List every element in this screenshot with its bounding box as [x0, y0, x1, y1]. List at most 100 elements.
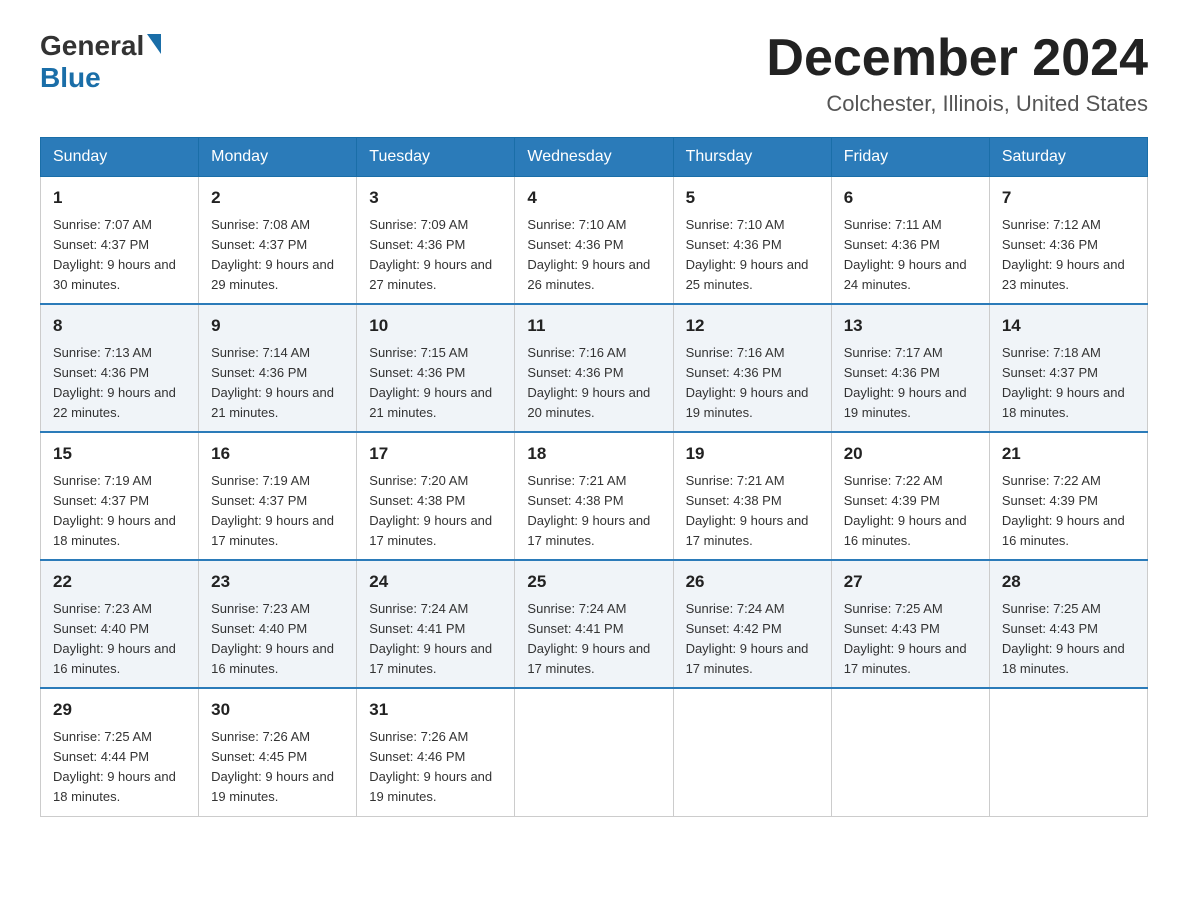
day-number: 22 [53, 569, 186, 595]
table-row: 24 Sunrise: 7:24 AMSunset: 4:41 PMDaylig… [357, 560, 515, 688]
table-row: 27 Sunrise: 7:25 AMSunset: 4:43 PMDaylig… [831, 560, 989, 688]
table-row: 15 Sunrise: 7:19 AMSunset: 4:37 PMDaylig… [41, 432, 199, 560]
table-row: 30 Sunrise: 7:26 AMSunset: 4:45 PMDaylig… [199, 688, 357, 816]
table-row: 4 Sunrise: 7:10 AMSunset: 4:36 PMDayligh… [515, 177, 673, 305]
logo-blue-text: Blue [40, 62, 101, 94]
table-row: 14 Sunrise: 7:18 AMSunset: 4:37 PMDaylig… [989, 304, 1147, 432]
day-number: 29 [53, 697, 186, 723]
page-header: General Blue December 2024 Colchester, I… [40, 30, 1148, 117]
calendar-week-row: 1 Sunrise: 7:07 AMSunset: 4:37 PMDayligh… [41, 177, 1148, 305]
header-monday: Monday [199, 138, 357, 177]
day-info: Sunrise: 7:22 AMSunset: 4:39 PMDaylight:… [1002, 473, 1125, 548]
day-info: Sunrise: 7:08 AMSunset: 4:37 PMDaylight:… [211, 217, 334, 292]
table-row: 26 Sunrise: 7:24 AMSunset: 4:42 PMDaylig… [673, 560, 831, 688]
title-section: December 2024 Colchester, Illinois, Unit… [766, 30, 1148, 117]
table-row [831, 688, 989, 816]
day-info: Sunrise: 7:23 AMSunset: 4:40 PMDaylight:… [53, 601, 176, 676]
location-subtitle: Colchester, Illinois, United States [766, 91, 1148, 117]
table-row: 3 Sunrise: 7:09 AMSunset: 4:36 PMDayligh… [357, 177, 515, 305]
day-info: Sunrise: 7:15 AMSunset: 4:36 PMDaylight:… [369, 345, 492, 420]
table-row: 9 Sunrise: 7:14 AMSunset: 4:36 PMDayligh… [199, 304, 357, 432]
calendar-table: Sunday Monday Tuesday Wednesday Thursday… [40, 137, 1148, 816]
day-info: Sunrise: 7:19 AMSunset: 4:37 PMDaylight:… [53, 473, 176, 548]
day-info: Sunrise: 7:21 AMSunset: 4:38 PMDaylight:… [527, 473, 650, 548]
logo: General Blue [40, 30, 161, 94]
day-number: 21 [1002, 441, 1135, 467]
day-number: 3 [369, 185, 502, 211]
day-number: 13 [844, 313, 977, 339]
day-info: Sunrise: 7:10 AMSunset: 4:36 PMDaylight:… [686, 217, 809, 292]
day-info: Sunrise: 7:24 AMSunset: 4:41 PMDaylight:… [369, 601, 492, 676]
table-row [673, 688, 831, 816]
table-row [515, 688, 673, 816]
day-number: 23 [211, 569, 344, 595]
day-info: Sunrise: 7:13 AMSunset: 4:36 PMDaylight:… [53, 345, 176, 420]
header-sunday: Sunday [41, 138, 199, 177]
logo-blue-container [144, 38, 161, 54]
day-number: 28 [1002, 569, 1135, 595]
table-row: 23 Sunrise: 7:23 AMSunset: 4:40 PMDaylig… [199, 560, 357, 688]
table-row: 17 Sunrise: 7:20 AMSunset: 4:38 PMDaylig… [357, 432, 515, 560]
day-info: Sunrise: 7:22 AMSunset: 4:39 PMDaylight:… [844, 473, 967, 548]
day-number: 11 [527, 313, 660, 339]
day-info: Sunrise: 7:16 AMSunset: 4:36 PMDaylight:… [686, 345, 809, 420]
day-info: Sunrise: 7:24 AMSunset: 4:42 PMDaylight:… [686, 601, 809, 676]
day-number: 17 [369, 441, 502, 467]
logo-general-text: General [40, 30, 144, 62]
calendar-week-row: 29 Sunrise: 7:25 AMSunset: 4:44 PMDaylig… [41, 688, 1148, 816]
day-number: 12 [686, 313, 819, 339]
day-number: 19 [686, 441, 819, 467]
day-info: Sunrise: 7:14 AMSunset: 4:36 PMDaylight:… [211, 345, 334, 420]
table-row: 22 Sunrise: 7:23 AMSunset: 4:40 PMDaylig… [41, 560, 199, 688]
header-friday: Friday [831, 138, 989, 177]
day-info: Sunrise: 7:18 AMSunset: 4:37 PMDaylight:… [1002, 345, 1125, 420]
header-wednesday: Wednesday [515, 138, 673, 177]
day-number: 16 [211, 441, 344, 467]
day-number: 6 [844, 185, 977, 211]
day-number: 24 [369, 569, 502, 595]
day-number: 31 [369, 697, 502, 723]
table-row: 21 Sunrise: 7:22 AMSunset: 4:39 PMDaylig… [989, 432, 1147, 560]
day-info: Sunrise: 7:25 AMSunset: 4:43 PMDaylight:… [844, 601, 967, 676]
table-row: 2 Sunrise: 7:08 AMSunset: 4:37 PMDayligh… [199, 177, 357, 305]
day-info: Sunrise: 7:10 AMSunset: 4:36 PMDaylight:… [527, 217, 650, 292]
day-info: Sunrise: 7:11 AMSunset: 4:36 PMDaylight:… [844, 217, 967, 292]
table-row: 18 Sunrise: 7:21 AMSunset: 4:38 PMDaylig… [515, 432, 673, 560]
day-info: Sunrise: 7:23 AMSunset: 4:40 PMDaylight:… [211, 601, 334, 676]
day-number: 8 [53, 313, 186, 339]
day-info: Sunrise: 7:07 AMSunset: 4:37 PMDaylight:… [53, 217, 176, 292]
day-number: 27 [844, 569, 977, 595]
day-info: Sunrise: 7:16 AMSunset: 4:36 PMDaylight:… [527, 345, 650, 420]
calendar-week-row: 15 Sunrise: 7:19 AMSunset: 4:37 PMDaylig… [41, 432, 1148, 560]
day-number: 1 [53, 185, 186, 211]
table-row: 6 Sunrise: 7:11 AMSunset: 4:36 PMDayligh… [831, 177, 989, 305]
calendar-week-row: 8 Sunrise: 7:13 AMSunset: 4:36 PMDayligh… [41, 304, 1148, 432]
header-tuesday: Tuesday [357, 138, 515, 177]
table-row: 12 Sunrise: 7:16 AMSunset: 4:36 PMDaylig… [673, 304, 831, 432]
day-number: 30 [211, 697, 344, 723]
day-number: 15 [53, 441, 186, 467]
calendar-header-row: Sunday Monday Tuesday Wednesday Thursday… [41, 138, 1148, 177]
table-row: 20 Sunrise: 7:22 AMSunset: 4:39 PMDaylig… [831, 432, 989, 560]
day-number: 14 [1002, 313, 1135, 339]
table-row [989, 688, 1147, 816]
day-info: Sunrise: 7:26 AMSunset: 4:46 PMDaylight:… [369, 729, 492, 804]
day-number: 4 [527, 185, 660, 211]
table-row: 13 Sunrise: 7:17 AMSunset: 4:36 PMDaylig… [831, 304, 989, 432]
month-title: December 2024 [766, 30, 1148, 87]
day-info: Sunrise: 7:24 AMSunset: 4:41 PMDaylight:… [527, 601, 650, 676]
header-thursday: Thursday [673, 138, 831, 177]
table-row: 5 Sunrise: 7:10 AMSunset: 4:36 PMDayligh… [673, 177, 831, 305]
day-info: Sunrise: 7:12 AMSunset: 4:36 PMDaylight:… [1002, 217, 1125, 292]
table-row: 10 Sunrise: 7:15 AMSunset: 4:36 PMDaylig… [357, 304, 515, 432]
table-row: 29 Sunrise: 7:25 AMSunset: 4:44 PMDaylig… [41, 688, 199, 816]
day-number: 26 [686, 569, 819, 595]
table-row: 25 Sunrise: 7:24 AMSunset: 4:41 PMDaylig… [515, 560, 673, 688]
day-info: Sunrise: 7:25 AMSunset: 4:43 PMDaylight:… [1002, 601, 1125, 676]
table-row: 8 Sunrise: 7:13 AMSunset: 4:36 PMDayligh… [41, 304, 199, 432]
day-info: Sunrise: 7:17 AMSunset: 4:36 PMDaylight:… [844, 345, 967, 420]
day-number: 10 [369, 313, 502, 339]
day-number: 2 [211, 185, 344, 211]
table-row: 1 Sunrise: 7:07 AMSunset: 4:37 PMDayligh… [41, 177, 199, 305]
day-info: Sunrise: 7:20 AMSunset: 4:38 PMDaylight:… [369, 473, 492, 548]
